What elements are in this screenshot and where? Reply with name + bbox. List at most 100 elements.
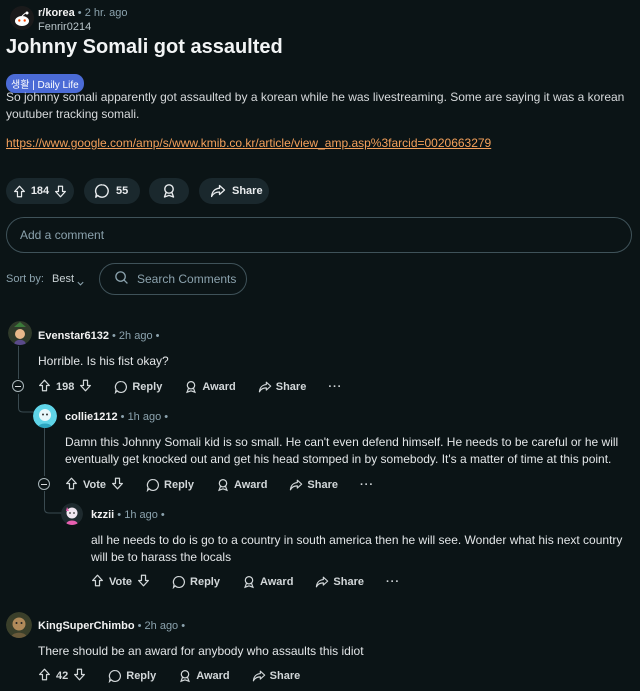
comment-vote-count: 42: [56, 670, 69, 682]
share-label: Share: [275, 381, 307, 393]
post-author[interactable]: Fenrir0214: [38, 21, 91, 33]
comment-actions: 198 Reply Award Share ···: [38, 378, 342, 396]
avatar[interactable]: [6, 612, 32, 638]
subreddit-name[interactable]: r/korea: [38, 7, 75, 19]
search-placeholder: Search Comments: [137, 272, 237, 286]
comment-vote-count: Vote: [83, 479, 107, 491]
share-arrow-icon: [290, 479, 303, 491]
share-label: Share: [269, 670, 301, 682]
reply-button[interactable]: Reply: [172, 575, 220, 589]
share-button[interactable]: Share: [289, 478, 338, 492]
comment-username[interactable]: Evenstar6132: [38, 330, 109, 342]
comment-text: There should be an award for anybody who…: [38, 644, 364, 658]
upvote-icon[interactable]: [91, 574, 104, 590]
award-label: Award: [202, 381, 236, 393]
share-button[interactable]: Share: [315, 575, 364, 589]
award-button[interactable]: Award: [242, 575, 293, 589]
share-button[interactable]: Share: [258, 380, 307, 394]
comment-username[interactable]: KingSuperChimbo: [38, 620, 135, 632]
share-arrow-icon: [316, 576, 329, 588]
share-label: Share: [333, 576, 364, 588]
subreddit-avatar[interactable]: [10, 6, 34, 30]
share-button[interactable]: Share: [252, 669, 301, 683]
reply-label: Reply: [190, 576, 220, 588]
downvote-icon[interactable]: [54, 185, 67, 198]
comment-bubble-icon: [115, 380, 128, 394]
post-title: Johnny Somali got assaulted: [6, 36, 283, 58]
more-options-button[interactable]: ···: [386, 576, 400, 588]
award-icon: [218, 478, 228, 492]
comment-vote-count: Vote: [109, 576, 133, 588]
avatar[interactable]: [8, 321, 32, 345]
comment-text: Horrible. Is his fist okay?: [38, 354, 169, 368]
reply-label: Reply: [132, 381, 163, 393]
search-icon: [114, 270, 129, 288]
upvote-icon[interactable]: [38, 668, 51, 684]
post-time: 2 hr. ago: [84, 7, 128, 19]
thread-line[interactable]: [18, 346, 19, 379]
downvote-icon[interactable]: [79, 379, 92, 395]
collapse-thread-button[interactable]: [38, 478, 50, 490]
add-comment-placeholder: Add a comment: [20, 228, 105, 242]
collapse-thread-button[interactable]: [12, 380, 24, 392]
chevron-down-icon[interactable]: [76, 275, 85, 293]
comment-text: all he needs to do is go to a country in…: [91, 533, 623, 564]
post-body: So johnny somali apparently got assaulte…: [6, 90, 625, 121]
add-comment-input[interactable]: Add a comment: [6, 217, 632, 253]
share-label: Share: [307, 479, 338, 491]
award-button[interactable]: [149, 178, 189, 204]
award-label: Award: [196, 670, 230, 682]
comment-count: 55: [116, 185, 129, 197]
comment-actions: 42 Reply Award Share: [38, 667, 300, 685]
award-icon: [244, 575, 254, 589]
comment-bubble-icon: [172, 575, 185, 589]
comment-vote-count: 198: [56, 381, 75, 393]
post-vote-count: 184: [30, 185, 50, 197]
share-arrow-icon: [258, 381, 272, 393]
reply-button[interactable]: Reply: [114, 380, 162, 394]
comment-username[interactable]: collie1212: [65, 411, 118, 423]
comment-actions: Vote Reply Award Share ···: [65, 476, 374, 494]
post-vote-pill: 184: [6, 178, 74, 204]
avatar[interactable]: [33, 404, 57, 428]
comment-actions: Vote Reply Award Share ···: [91, 573, 400, 591]
award-label: Award: [260, 576, 294, 588]
downvote-icon[interactable]: [73, 668, 86, 684]
more-options-button[interactable]: ···: [328, 381, 342, 393]
comment-username[interactable]: kzzii: [91, 509, 114, 521]
sort-dropdown[interactable]: Best: [52, 273, 74, 285]
comment-time: • 1h ago •: [117, 509, 165, 521]
comment-time: • 2h ago •: [137, 620, 186, 632]
share-button[interactable]: Share: [199, 178, 269, 204]
avatar[interactable]: [61, 503, 83, 525]
share-arrow-icon: [210, 183, 226, 199]
search-comments-input[interactable]: Search Comments: [99, 263, 247, 295]
comments-button[interactable]: 55: [84, 178, 140, 204]
downvote-icon[interactable]: [111, 477, 124, 493]
upvote-icon[interactable]: [38, 379, 51, 395]
share-label: Share: [232, 185, 263, 197]
sort-label: Sort by:: [6, 273, 44, 285]
award-icon: [161, 183, 177, 199]
share-arrow-icon: [252, 670, 265, 682]
upvote-icon[interactable]: [13, 185, 26, 198]
reply-button[interactable]: Reply: [108, 669, 156, 683]
more-options-button[interactable]: ···: [360, 479, 374, 491]
comment-bubble-icon: [94, 183, 110, 199]
comment-bubble-icon: [146, 478, 159, 492]
reply-button[interactable]: Reply: [146, 478, 194, 492]
thread-line[interactable]: [44, 428, 45, 476]
award-button[interactable]: Award: [184, 380, 236, 394]
award-button[interactable]: Award: [216, 478, 267, 492]
award-button[interactable]: Award: [178, 669, 230, 683]
downvote-icon[interactable]: [137, 574, 150, 590]
comment-text: Damn this Johnny Somali kid is so small.…: [65, 435, 619, 466]
award-label: Award: [234, 479, 268, 491]
award-icon: [186, 380, 197, 394]
post-link[interactable]: https://www.google.com/amp/s/www.kmib.co…: [6, 136, 491, 150]
award-icon: [180, 669, 191, 683]
upvote-icon[interactable]: [65, 477, 78, 493]
comment-time: • 2h ago •: [112, 330, 160, 342]
reply-label: Reply: [126, 670, 157, 682]
reply-label: Reply: [164, 479, 194, 491]
